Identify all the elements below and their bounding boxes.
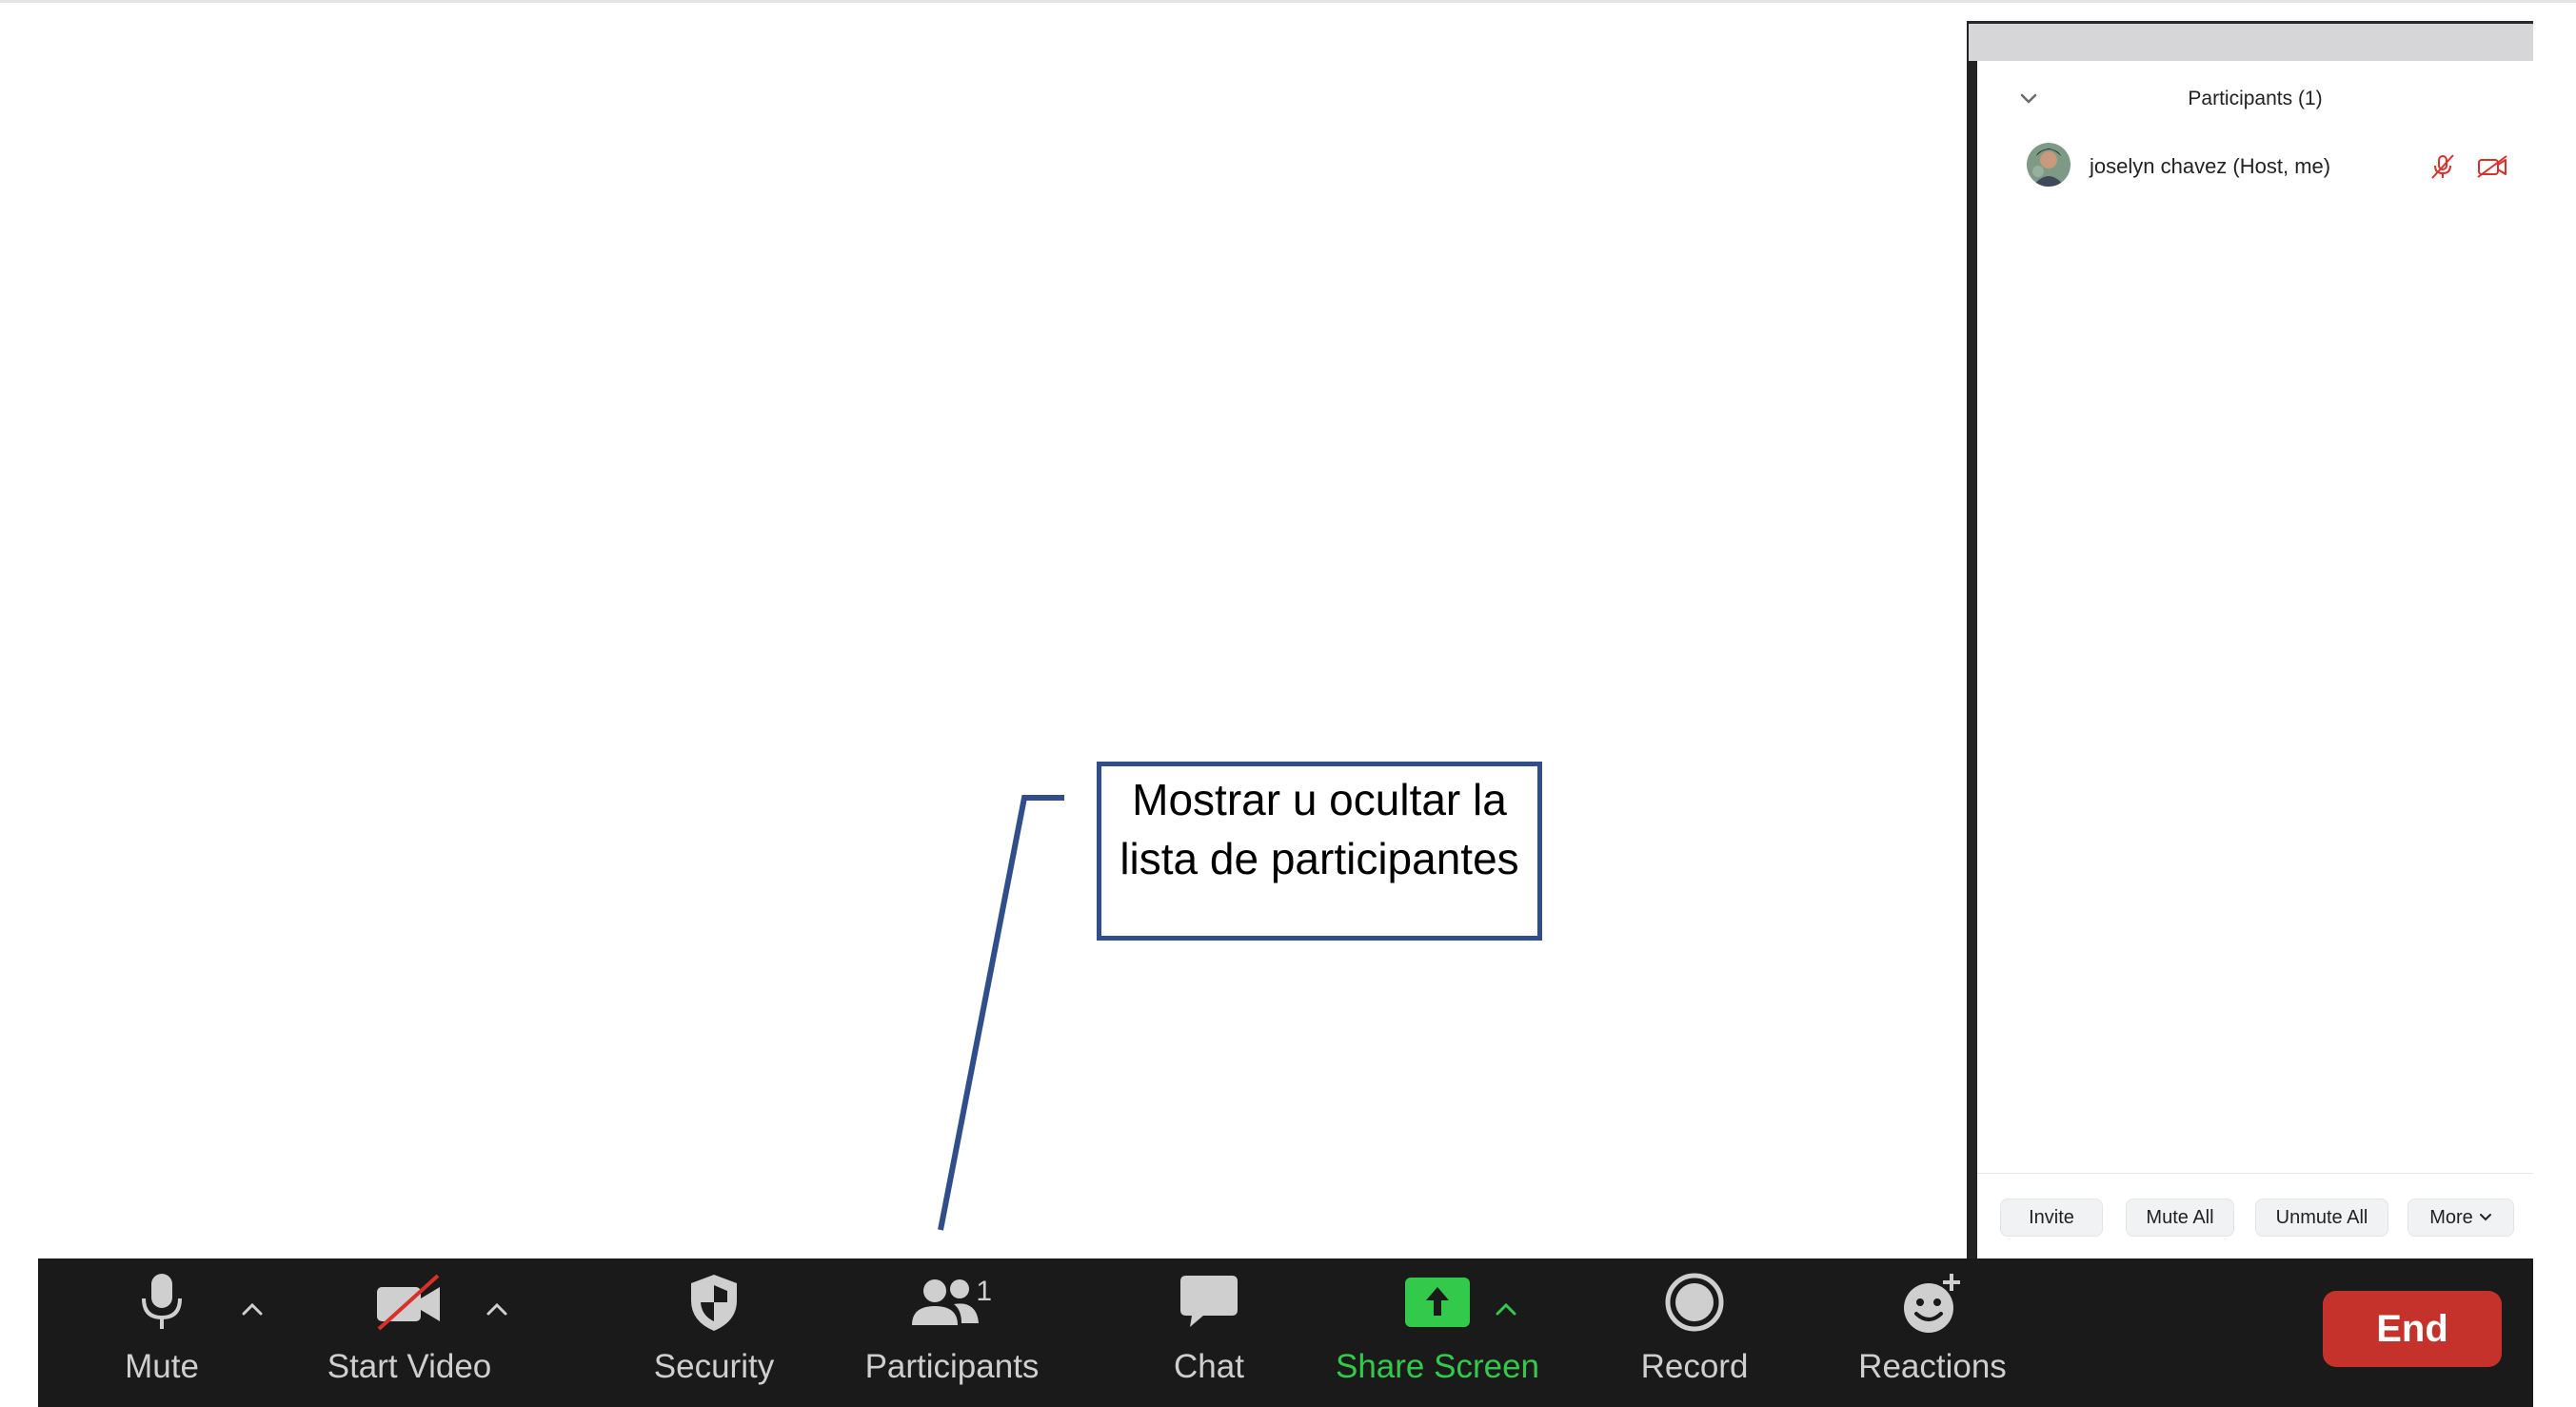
- share-options-caret-icon[interactable]: [1492, 1298, 1520, 1321]
- start-video-button[interactable]: Start Video: [314, 1258, 505, 1407]
- video-camera-off-icon: [377, 1274, 440, 1331]
- mute-options-caret-icon[interactable]: [238, 1298, 267, 1321]
- end-meeting-button[interactable]: End: [2323, 1291, 2502, 1367]
- security-button[interactable]: Security: [638, 1258, 790, 1407]
- mute-label: Mute: [125, 1348, 199, 1385]
- chat-button[interactable]: Chat: [1123, 1258, 1295, 1407]
- record-label: Record: [1640, 1348, 1749, 1385]
- share-screen-button[interactable]: Share Screen: [1314, 1258, 1561, 1407]
- meeting-toolbar: Mute Start Video Security 1 Participants…: [38, 1258, 2533, 1407]
- participants-count: 1: [976, 1276, 992, 1307]
- record-button[interactable]: Record: [1599, 1258, 1790, 1407]
- start-video-label: Start Video: [327, 1348, 492, 1385]
- emoji-add-icon: [1904, 1274, 1960, 1333]
- participants-button[interactable]: 1 Participants: [847, 1258, 1057, 1407]
- callout-pointer-line: [938, 795, 1064, 1231]
- callout-box: Mostrar u ocultar la lista de participan…: [1097, 762, 1542, 941]
- share-screen-icon: [1405, 1278, 1470, 1327]
- participants-icon: 1: [912, 1276, 992, 1325]
- chat-label: Chat: [1174, 1348, 1244, 1385]
- reactions-label: Reactions: [1858, 1348, 2007, 1385]
- callout-text: Mostrar u ocultar la lista de participan…: [1120, 775, 1519, 883]
- mute-button[interactable]: Mute: [114, 1258, 209, 1407]
- participants-label: Participants: [864, 1348, 1040, 1385]
- security-label: Security: [653, 1348, 775, 1385]
- record-icon: [1665, 1273, 1724, 1332]
- share-screen-label: Share Screen: [1335, 1348, 1540, 1385]
- shield-icon: [691, 1275, 737, 1331]
- chat-bubble-icon: [1180, 1276, 1238, 1327]
- microphone-icon: [142, 1274, 182, 1329]
- video-options-caret-icon[interactable]: [483, 1298, 511, 1321]
- reactions-button[interactable]: Reactions: [1828, 1258, 2037, 1407]
